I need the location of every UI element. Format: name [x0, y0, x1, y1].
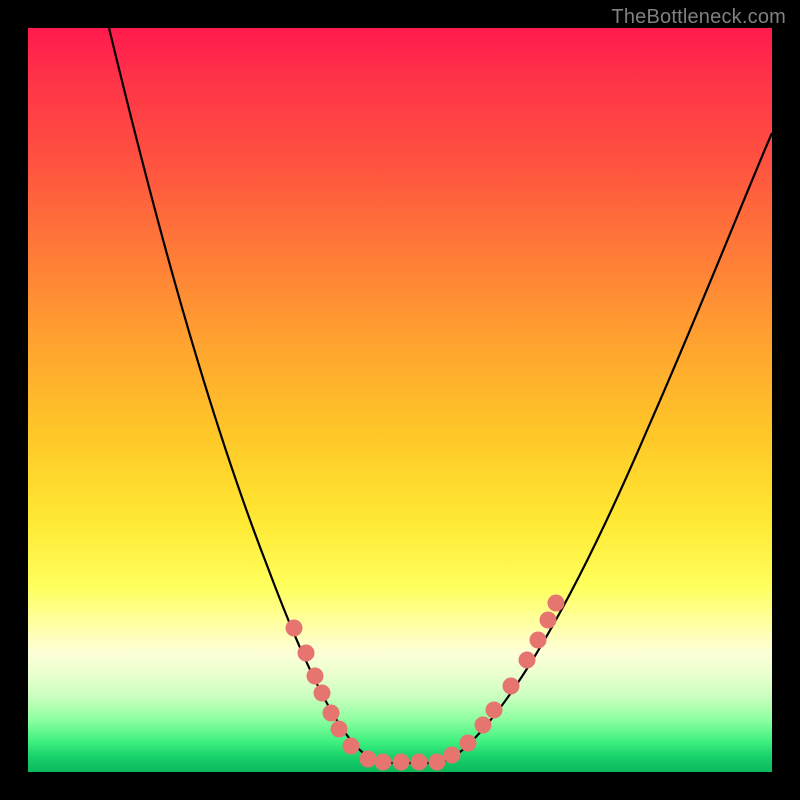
- watermark-text: TheBottleneck.com: [611, 6, 786, 29]
- gradient-plot-area: [28, 28, 772, 772]
